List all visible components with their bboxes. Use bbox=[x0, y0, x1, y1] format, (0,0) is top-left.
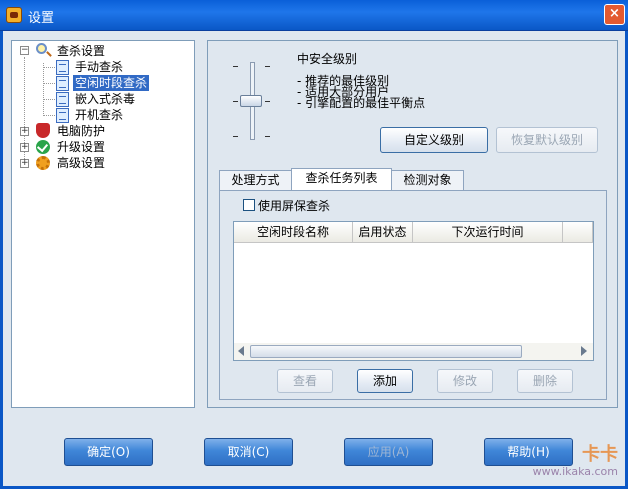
document-icon bbox=[56, 92, 69, 107]
shield-icon bbox=[36, 123, 50, 138]
slider-tick bbox=[233, 136, 238, 137]
ok-button[interactable]: 确定(O) bbox=[64, 438, 153, 466]
expander-advanced[interactable]: + bbox=[20, 159, 29, 168]
delete-button[interactable]: 删除 bbox=[517, 369, 573, 393]
close-button[interactable]: × bbox=[604, 4, 625, 25]
column-header-name[interactable]: 空闲时段名称 bbox=[234, 222, 353, 243]
slider-tick bbox=[233, 66, 238, 67]
tab-handling[interactable]: 处理方式 bbox=[219, 170, 292, 190]
slider-thumb[interactable] bbox=[240, 95, 262, 107]
scroll-left-icon[interactable] bbox=[238, 346, 244, 356]
document-icon bbox=[56, 108, 69, 123]
watermark-brand: 卡卡 bbox=[582, 444, 618, 465]
tree-item-manual-scan[interactable]: 手动查杀 bbox=[75, 59, 123, 75]
slider-tick bbox=[265, 136, 270, 137]
tab-scan-task-list[interactable]: 查杀任务列表 bbox=[291, 168, 392, 191]
tree-item-boot-scan[interactable]: 开机查杀 bbox=[75, 107, 123, 123]
tab-detect-objects[interactable]: 检测对象 bbox=[391, 170, 464, 190]
slider-tick bbox=[265, 101, 270, 102]
update-icon bbox=[36, 140, 50, 154]
apply-button[interactable]: 应用(A) bbox=[344, 438, 433, 466]
tree-item-pc-protection[interactable]: 电脑防护 bbox=[57, 123, 105, 139]
document-icon bbox=[56, 60, 69, 75]
scroll-thumb[interactable] bbox=[250, 345, 522, 358]
add-button[interactable]: 添加 bbox=[357, 369, 413, 393]
scan-icon bbox=[36, 43, 47, 54]
document-icon bbox=[56, 76, 69, 91]
watermark-url: www.ikaka.com bbox=[532, 465, 618, 478]
app-icon bbox=[6, 7, 22, 23]
tree-item-idle-scan[interactable]: 空闲时段查杀 bbox=[73, 75, 150, 91]
window-title: 设置 bbox=[28, 11, 55, 26]
idle-task-table[interactable]: 空闲时段名称 启用状态 下次运行时间 bbox=[233, 221, 594, 361]
title-bar: 设置 × bbox=[0, 0, 628, 31]
cancel-button[interactable]: 取消(C) bbox=[204, 438, 293, 466]
level-desc-line: - 引擎配置的最佳平衡点 bbox=[297, 96, 426, 110]
view-button[interactable]: 查看 bbox=[277, 369, 333, 393]
slider-tick bbox=[265, 66, 270, 67]
column-header-next-run[interactable]: 下次运行时间 bbox=[413, 222, 563, 243]
restore-default-button[interactable]: 恢复默认级别 bbox=[496, 127, 598, 153]
column-header-extra[interactable] bbox=[563, 222, 593, 243]
expander-scan[interactable]: − bbox=[20, 46, 29, 55]
watermark: 卡卡 www.ikaka.com bbox=[500, 440, 624, 484]
slider-tick bbox=[233, 101, 238, 102]
custom-level-button[interactable]: 自定义级别 bbox=[380, 127, 488, 153]
gear-icon bbox=[36, 156, 50, 170]
horizontal-scrollbar[interactable] bbox=[234, 343, 593, 360]
tree-item-advanced-settings[interactable]: 高级设置 bbox=[57, 155, 105, 171]
expander-update[interactable]: + bbox=[20, 143, 29, 152]
tree-item-scan-settings[interactable]: 查杀设置 bbox=[57, 43, 105, 59]
scroll-right-icon[interactable] bbox=[581, 346, 587, 356]
edit-button[interactable]: 修改 bbox=[437, 369, 493, 393]
tree-item-update-settings[interactable]: 升级设置 bbox=[57, 139, 105, 155]
expander-protection[interactable]: + bbox=[20, 127, 29, 136]
column-header-status[interactable]: 启用状态 bbox=[353, 222, 413, 243]
screensaver-scan-checkbox[interactable] bbox=[243, 199, 255, 211]
tree-item-embedded-scan[interactable]: 嵌入式杀毒 bbox=[75, 91, 135, 107]
settings-tree: − 查杀设置 手动查杀 空闲时段查杀 嵌入式杀毒 开机查杀 + 电脑防护 + 升… bbox=[11, 40, 195, 408]
screensaver-scan-label: 使用屏保查杀 bbox=[258, 199, 331, 213]
security-level-title: 中安全级别 bbox=[297, 52, 358, 66]
